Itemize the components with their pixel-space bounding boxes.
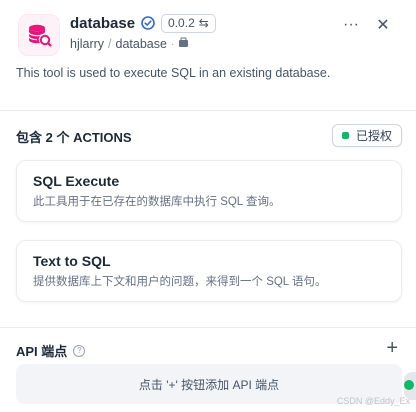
section-divider — [0, 327, 416, 328]
watermark: CSDN @Eddy_Ex — [336, 396, 410, 406]
actions-section-title: 包含 2 个 ACTIONS — [16, 130, 132, 145]
action-description: 提供数据库上下文和用户的问题，来得到一个 SQL 语句。 — [33, 276, 327, 288]
plugin-name: database — [115, 37, 167, 51]
authorized-label: 已授权 — [355, 129, 392, 143]
version-label: 0.0.2 — [168, 16, 195, 30]
path-separator: / — [108, 37, 112, 51]
add-endpoint-button[interactable]: + — [386, 338, 398, 358]
tool-description: This tool is used to execute SQL in an e… — [16, 66, 331, 80]
action-title: Text to SQL — [33, 253, 111, 269]
api-endpoints-label: API 端点 — [16, 344, 68, 359]
action-title: SQL Execute — [33, 173, 120, 189]
help-icon[interactable]: ? — [73, 344, 86, 357]
status-dot-icon — [341, 132, 349, 139]
add-endpoint-hint: 点击 '+' 按钮添加 API 端点 — [138, 377, 280, 392]
dot-separator: · — [170, 38, 175, 50]
database-search-icon — [18, 14, 60, 56]
author-name[interactable]: hjlarry — [70, 37, 104, 51]
switch-arrows-icon: ⇆ — [198, 16, 209, 30]
version-selector[interactable]: 0.0.2 ⇆ — [161, 13, 216, 33]
action-description: 此工具用于在已存在的数据库中执行 SQL 查询。 — [33, 196, 281, 208]
more-options-icon[interactable]: ··· — [342, 16, 360, 34]
action-card-text-to-sql[interactable]: Text to SQL 提供数据库上下文和用户的问题，来得到一个 SQL 语句。 — [16, 240, 402, 302]
assistant-status-icon — [404, 380, 414, 390]
section-divider — [0, 110, 416, 111]
close-icon[interactable]: ✕ — [374, 16, 392, 34]
verified-badge-icon — [141, 16, 155, 30]
package-icon — [178, 37, 189, 51]
tool-name: database — [70, 14, 136, 32]
tool-header: database 0.0.2 ⇆ hjlarry / database · ··… — [16, 10, 400, 58]
action-card-sql-execute[interactable]: SQL Execute 此工具用于在已存在的数据库中执行 SQL 查询。 — [16, 160, 402, 222]
api-endpoints-title: API 端点 ? — [16, 341, 86, 360]
authorized-button[interactable]: 已授权 — [331, 124, 402, 147]
